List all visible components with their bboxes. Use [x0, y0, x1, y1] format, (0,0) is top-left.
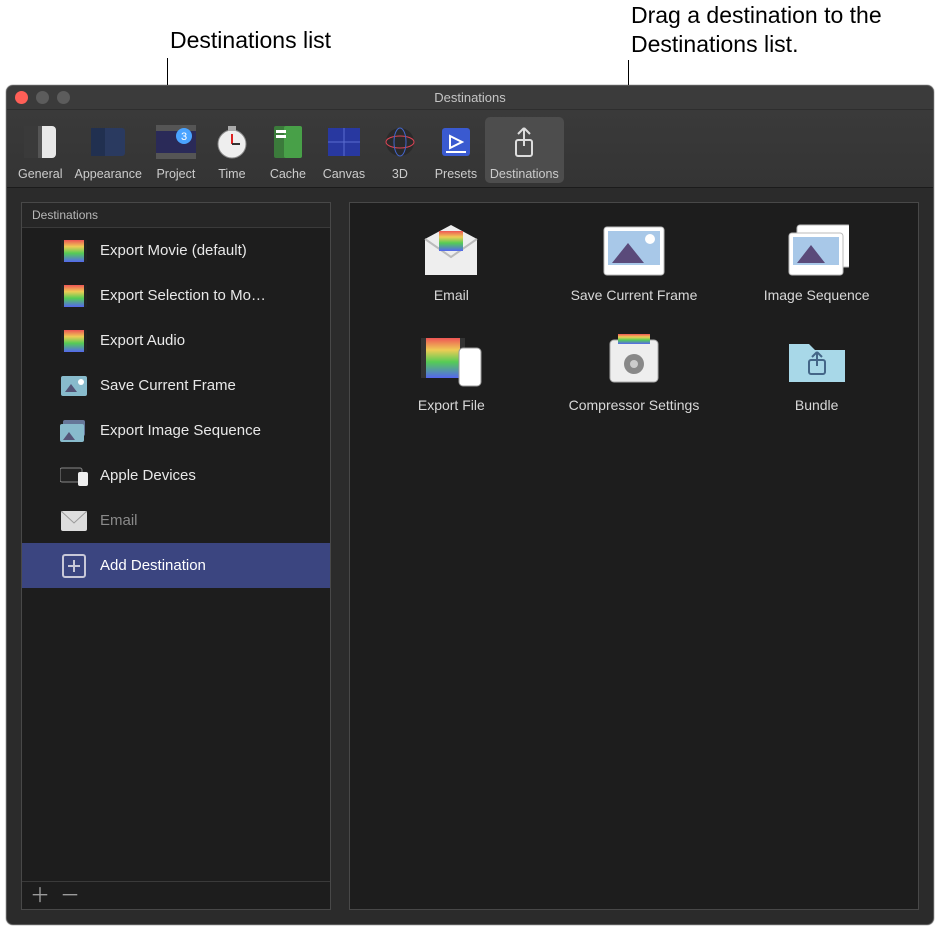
- list-item-export-selection[interactable]: Export Selection to Mo…: [22, 273, 330, 318]
- project-icon: 3: [154, 121, 198, 163]
- window-title: Destinations: [434, 90, 506, 105]
- envelope-film-icon: [419, 223, 483, 279]
- destination-templates-grid: Email Save Current Frame Image Sequence: [370, 223, 898, 413]
- list-item-export-audio[interactable]: Export Audio: [22, 318, 330, 363]
- template-label: Email: [434, 287, 469, 303]
- preferences-window: Destinations General Appearance 3 Projec…: [6, 85, 934, 925]
- template-label: Export File: [418, 397, 485, 413]
- tab-presets[interactable]: Presets: [429, 117, 483, 183]
- tab-presets-label: Presets: [435, 167, 477, 181]
- destination-templates-pane: Email Save Current Frame Image Sequence: [349, 202, 919, 910]
- close-button[interactable]: [15, 91, 28, 104]
- add-button[interactable]: ＋: [30, 886, 50, 906]
- list-item-label: Export Movie (default): [100, 242, 247, 259]
- presets-icon: [434, 121, 478, 163]
- tab-time-label: Time: [218, 167, 245, 181]
- tab-3d[interactable]: 3D: [373, 117, 427, 183]
- callout-right: Drag a destination to the Destinations l…: [631, 1, 891, 59]
- film-icon: [60, 284, 88, 308]
- time-icon: [210, 121, 254, 163]
- destinations-icon: [502, 121, 546, 163]
- preferences-toolbar: General Appearance 3 Project Time Cache: [7, 110, 933, 188]
- photo-icon: [60, 374, 88, 398]
- minimize-button[interactable]: [36, 91, 49, 104]
- plus-box-icon: [60, 554, 88, 578]
- compressor-icon: [602, 333, 666, 389]
- list-item-apple-devices[interactable]: Apple Devices: [22, 453, 330, 498]
- photo-icon: [602, 223, 666, 279]
- list-item-image-sequence[interactable]: Export Image Sequence: [22, 408, 330, 453]
- film-icon: [60, 329, 88, 353]
- template-label: Compressor Settings: [569, 397, 700, 413]
- list-item-label: Export Audio: [100, 332, 185, 349]
- cache-icon: [266, 121, 310, 163]
- canvas-icon: [322, 121, 366, 163]
- template-bundle[interactable]: Bundle: [747, 333, 887, 413]
- sidebar-header: Destinations: [22, 203, 330, 228]
- list-item-export-movie[interactable]: Export Movie (default): [22, 228, 330, 273]
- zoom-button[interactable]: [57, 91, 70, 104]
- template-email[interactable]: Email: [381, 223, 521, 303]
- traffic-lights: [15, 91, 70, 104]
- tab-project-label: Project: [156, 167, 195, 181]
- tab-appearance[interactable]: Appearance: [69, 117, 146, 183]
- tab-destinations-label: Destinations: [490, 167, 559, 181]
- tab-canvas[interactable]: Canvas: [317, 117, 371, 183]
- callout-left: Destinations list: [170, 26, 331, 55]
- remove-button[interactable]: －: [60, 886, 80, 906]
- tab-project[interactable]: 3 Project: [149, 117, 203, 183]
- list-item-save-frame[interactable]: Save Current Frame: [22, 363, 330, 408]
- content-area: Destinations Export Movie (default) Expo…: [7, 188, 933, 924]
- envelope-icon: [60, 509, 88, 533]
- svg-text:3: 3: [181, 131, 187, 143]
- photo-stack-icon: [60, 419, 88, 443]
- 3d-icon: [378, 121, 422, 163]
- film-phone-icon: [419, 333, 483, 389]
- tab-general[interactable]: General: [13, 117, 67, 183]
- template-label: Bundle: [795, 397, 839, 413]
- template-save-frame[interactable]: Save Current Frame: [564, 223, 704, 303]
- template-export-file[interactable]: Export File: [381, 333, 521, 413]
- destinations-list: Export Movie (default) Export Selection …: [22, 228, 330, 881]
- destinations-sidebar: Destinations Export Movie (default) Expo…: [21, 202, 331, 910]
- list-item-email[interactable]: Email: [22, 498, 330, 543]
- tab-canvas-label: Canvas: [323, 167, 365, 181]
- tab-cache-label: Cache: [270, 167, 306, 181]
- template-image-sequence[interactable]: Image Sequence: [747, 223, 887, 303]
- titlebar: Destinations: [7, 86, 933, 110]
- tab-destinations[interactable]: Destinations: [485, 117, 564, 183]
- template-label: Save Current Frame: [571, 287, 698, 303]
- sidebar-footer: ＋ －: [22, 881, 330, 909]
- tab-general-label: General: [18, 167, 62, 181]
- tab-time[interactable]: Time: [205, 117, 259, 183]
- devices-icon: [60, 464, 88, 488]
- list-item-label: Export Image Sequence: [100, 422, 261, 439]
- tab-cache[interactable]: Cache: [261, 117, 315, 183]
- film-icon: [60, 239, 88, 263]
- photo-stack-icon: [785, 223, 849, 279]
- template-compressor-settings[interactable]: Compressor Settings: [564, 333, 704, 413]
- folder-share-icon: [785, 333, 849, 389]
- general-icon: [18, 121, 62, 163]
- list-item-label: Email: [100, 512, 138, 529]
- appearance-icon: [86, 121, 130, 163]
- template-label: Image Sequence: [764, 287, 870, 303]
- list-item-add-destination[interactable]: Add Destination: [22, 543, 330, 588]
- list-item-label: Export Selection to Mo…: [100, 287, 266, 304]
- list-item-label: Add Destination: [100, 557, 206, 574]
- tab-3d-label: 3D: [392, 167, 408, 181]
- list-item-label: Save Current Frame: [100, 377, 236, 394]
- list-item-label: Apple Devices: [100, 467, 196, 484]
- tab-appearance-label: Appearance: [74, 167, 141, 181]
